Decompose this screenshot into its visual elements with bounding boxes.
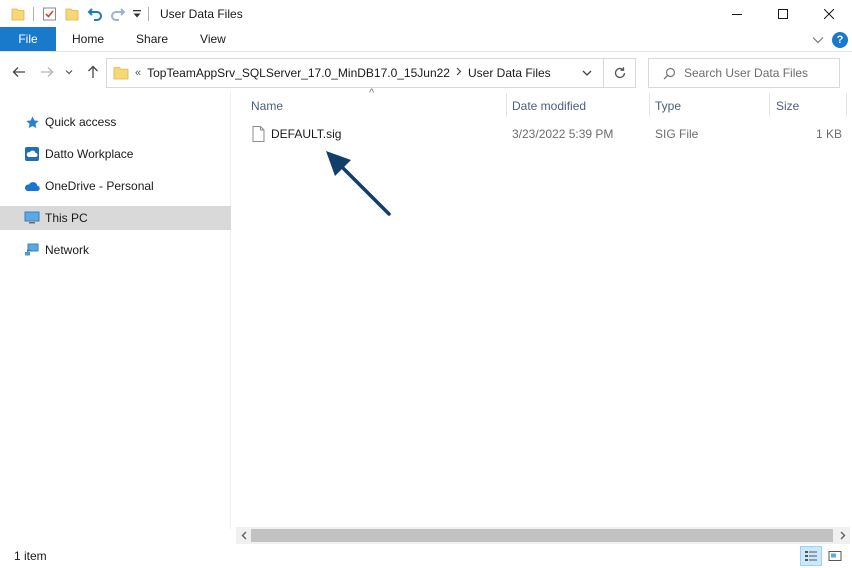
breadcrumb-current[interactable]: User Data Files	[468, 66, 551, 80]
refresh-icon	[614, 67, 625, 79]
network-icon	[24, 242, 40, 258]
onedrive-cloud-icon	[24, 178, 40, 194]
tab-file[interactable]: File	[0, 27, 56, 51]
column-divider[interactable]	[846, 93, 847, 117]
window-controls	[714, 0, 852, 27]
file-name: DEFAULT.sig	[271, 127, 342, 141]
nav-item-label: Quick access	[45, 115, 117, 129]
close-button[interactable]	[806, 0, 852, 27]
title-bar: User Data Files	[0, 0, 852, 27]
nav-item-datto-workplace[interactable]: Datto Workplace	[0, 142, 231, 166]
folder-icon	[113, 66, 129, 80]
nav-item-label: OneDrive - Personal	[45, 179, 154, 193]
up-button[interactable]	[84, 63, 102, 81]
horizontal-scrollbar[interactable]	[236, 527, 850, 544]
nav-item-label: This PC	[45, 211, 88, 225]
details-view-button[interactable]	[800, 546, 822, 566]
chevron-left-icon	[241, 531, 246, 540]
redo-icon[interactable]	[108, 4, 128, 24]
scroll-right-arrow[interactable]	[835, 527, 850, 544]
file-type-cell: SIG File	[655, 127, 699, 141]
forward-button[interactable]	[38, 63, 56, 81]
scrollbar-thumb[interactable]	[251, 529, 833, 542]
maximize-button[interactable]	[760, 0, 806, 27]
folder-icon[interactable]	[8, 4, 28, 24]
breadcrumb-parent[interactable]: TopTeamAppSrv_SQLServer_17.0_MinDB17.0_1…	[147, 66, 450, 80]
tab-home[interactable]: Home	[56, 27, 120, 51]
view-switcher	[800, 546, 846, 566]
column-header-name[interactable]: Name	[251, 93, 283, 119]
navigation-bar: « TopTeamAppSrv_SQLServer_17.0_MinDB17.0…	[0, 53, 852, 91]
table-row[interactable]: DEFAULT.sig 3/23/2022 5:39 PM SIG File 1…	[236, 123, 852, 145]
file-date-cell: 3/23/2022 5:39 PM	[512, 127, 614, 141]
search-icon	[663, 67, 676, 80]
large-icons-view-button[interactable]	[824, 546, 846, 566]
file-size-cell: 1 KB	[815, 127, 842, 141]
quick-access-toolbar	[0, 0, 154, 27]
expand-ribbon-icon[interactable]	[812, 33, 824, 47]
tab-view[interactable]: View	[184, 27, 242, 51]
chevron-right-icon[interactable]	[456, 67, 462, 79]
column-divider[interactable]	[506, 93, 507, 117]
ribbon-right-controls: ?	[812, 27, 848, 52]
cloud-sync-icon	[24, 146, 40, 162]
recent-locations-button[interactable]	[63, 63, 75, 81]
column-divider[interactable]	[769, 93, 770, 117]
file-name-cell[interactable]: DEFAULT.sig	[252, 123, 341, 145]
forward-arrow-icon	[41, 67, 54, 77]
up-arrow-icon	[88, 65, 98, 78]
refresh-button[interactable]	[603, 59, 635, 87]
back-arrow-icon	[12, 67, 25, 77]
nav-item-label: Network	[45, 243, 90, 257]
item-count: 1 item	[14, 549, 47, 563]
help-icon[interactable]: ?	[832, 31, 848, 48]
status-bar: 1 item	[0, 544, 852, 568]
breadcrumb-overflow[interactable]: «	[135, 67, 141, 79]
navigation-pane: Quick access Datto Workplace OneDrive - …	[0, 91, 231, 529]
properties-icon[interactable]	[39, 4, 59, 24]
back-button[interactable]	[10, 63, 28, 81]
chevron-down-icon	[582, 70, 592, 76]
sort-ascending-indicator: ^	[369, 87, 375, 99]
new-folder-icon[interactable]	[62, 4, 82, 24]
close-icon	[824, 8, 834, 19]
scroll-left-arrow[interactable]	[236, 527, 251, 544]
minimize-button[interactable]	[714, 0, 760, 27]
nav-item-onedrive[interactable]: OneDrive - Personal	[0, 174, 231, 198]
minimize-icon	[732, 13, 742, 15]
toolbar-separator	[33, 6, 34, 21]
file-icon	[252, 126, 265, 142]
details-view-icon	[805, 551, 817, 561]
address-bar[interactable]: « TopTeamAppSrv_SQLServer_17.0_MinDB17.0…	[106, 58, 636, 88]
large-icons-view-icon	[828, 551, 842, 561]
column-header-size[interactable]: Size	[776, 93, 799, 119]
nav-item-this-pc[interactable]: This PC	[0, 206, 231, 230]
toolbar-separator	[148, 6, 149, 21]
star-icon	[24, 114, 40, 130]
nav-item-network[interactable]: Network	[0, 238, 231, 262]
ribbon-tabs: File Home Share View ?	[0, 27, 852, 52]
undo-icon[interactable]	[85, 4, 105, 24]
computer-icon	[24, 210, 40, 226]
column-divider[interactable]	[649, 93, 650, 117]
column-header-date-modified[interactable]: Date modified	[512, 93, 586, 119]
window-title: User Data Files	[160, 6, 243, 21]
search-input[interactable]	[684, 66, 834, 80]
maximize-icon	[778, 8, 788, 19]
customize-dropdown-icon[interactable]	[131, 4, 143, 24]
search-box[interactable]	[648, 58, 840, 88]
nav-item-quick-access[interactable]: Quick access	[0, 110, 231, 134]
file-list: ^ Name Date modified Type Size DEFAULT.s…	[236, 87, 852, 529]
column-header-type[interactable]: Type	[655, 93, 681, 119]
address-dropdown-button[interactable]	[575, 59, 599, 87]
nav-item-label: Datto Workplace	[45, 147, 134, 161]
tab-share[interactable]: Share	[120, 27, 184, 51]
chevron-down-icon	[65, 70, 73, 75]
chevron-right-icon	[840, 531, 845, 540]
